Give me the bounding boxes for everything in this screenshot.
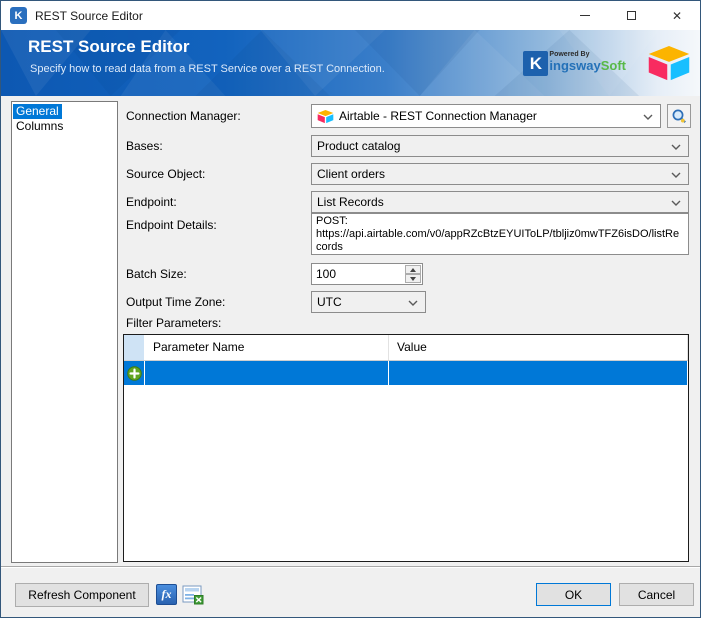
chevron-down-icon — [408, 300, 418, 306]
sidebar-item-columns[interactable]: Columns — [13, 119, 116, 134]
spinner-up-icon — [410, 267, 416, 272]
sidebar-item-general[interactable]: General — [13, 104, 116, 119]
page-title: REST Source Editor — [28, 37, 190, 56]
spinner-up-button[interactable] — [405, 265, 421, 274]
source-object-combobox[interactable]: Client orders — [311, 163, 689, 185]
cancel-button[interactable]: Cancel — [619, 583, 694, 606]
search-icon — [672, 109, 686, 123]
grid-header-row: Parameter Name Value — [124, 335, 688, 361]
row-selector-header — [124, 335, 145, 360]
batch-size-input[interactable]: 100 — [311, 263, 423, 285]
refresh-component-button[interactable]: Refresh Component — [15, 583, 149, 607]
row-selector-cell[interactable] — [124, 361, 145, 385]
soft-label: Soft — [600, 58, 626, 73]
batch-size-value: 100 — [316, 267, 337, 281]
filter-parameters-label: Filter Parameters: — [126, 316, 222, 330]
maximize-button[interactable] — [608, 1, 654, 30]
fx-icon: fx — [161, 587, 172, 601]
bases-label: Bases: — [126, 139, 163, 153]
output-time-zone-combobox[interactable]: UTC — [311, 291, 426, 313]
documentation-button[interactable] — [181, 584, 204, 605]
output-time-zone-value: UTC — [317, 295, 342, 309]
spinner-down-button[interactable] — [405, 274, 421, 283]
connection-manager-combobox[interactable]: Airtable - REST Connection Manager — [311, 104, 661, 128]
close-button[interactable]: ✕ — [654, 1, 700, 30]
page-list: General Columns — [11, 101, 118, 563]
endpoint-combobox[interactable]: List Records — [311, 191, 689, 213]
airtable-logo — [648, 46, 690, 81]
value-cell[interactable] — [389, 361, 688, 385]
ok-button[interactable]: OK — [536, 583, 611, 606]
endpoint-label: Endpoint: — [126, 195, 177, 209]
bases-value: Product catalog — [317, 139, 401, 153]
endpoint-details-box: POST: https://api.airtable.com/v0/appRZc… — [311, 213, 689, 255]
minimize-button[interactable] — [562, 1, 608, 30]
kingswaysoft-logo: K Powered By ingswaySoft — [523, 51, 626, 76]
kingswaysoft-k-icon: K — [523, 51, 549, 76]
expression-editor-button[interactable]: fx — [156, 584, 177, 605]
bases-combobox[interactable]: Product catalog — [311, 135, 689, 157]
dialog-body: General Columns Connection Manager: Airt… — [1, 96, 700, 617]
rest-source-editor-dialog: K REST Source Editor ✕ REST Source Edito… — [0, 0, 701, 618]
document-export-icon — [182, 585, 203, 604]
chevron-down-icon — [671, 200, 681, 206]
endpoint-details-label: Endpoint Details: — [126, 218, 217, 232]
column-header-value[interactable]: Value — [389, 335, 688, 360]
maximize-icon — [626, 11, 636, 20]
chevron-down-icon — [671, 144, 681, 150]
filter-parameters-grid: Parameter Name Value — [123, 334, 689, 562]
endpoint-value: List Records — [317, 195, 384, 209]
parameter-name-cell[interactable] — [145, 361, 389, 385]
source-object-value: Client orders — [317, 167, 386, 181]
app-icon: K — [10, 7, 27, 24]
grid-add-row[interactable] — [124, 361, 688, 385]
minimize-icon — [580, 15, 590, 16]
powered-by-label: Powered By — [549, 51, 590, 58]
connection-manager-value: Airtable - REST Connection Manager — [339, 109, 537, 123]
window-title: REST Source Editor — [35, 8, 143, 23]
add-row-icon — [126, 365, 142, 381]
browse-connection-button[interactable] — [667, 104, 691, 128]
page-subtitle: Specify how to read data from a REST Ser… — [30, 63, 385, 75]
batch-size-label: Batch Size: — [126, 267, 187, 281]
output-time-zone-label: Output Time Zone: — [126, 295, 226, 309]
title-bar: K REST Source Editor ✕ — [1, 1, 700, 30]
source-object-label: Source Object: — [126, 167, 206, 181]
kingsway-label: ingsway — [549, 58, 601, 73]
connection-manager-label: Connection Manager: — [126, 109, 241, 123]
column-header-parameter-name[interactable]: Parameter Name — [145, 335, 389, 360]
chevron-down-icon — [671, 172, 681, 178]
header-banner: REST Source Editor Specify how to read d… — [1, 30, 700, 96]
footer-divider — [1, 566, 700, 568]
chevron-down-icon — [643, 114, 653, 120]
spinner-down-icon — [410, 276, 416, 281]
airtable-icon — [317, 109, 334, 123]
close-icon: ✕ — [671, 8, 683, 23]
